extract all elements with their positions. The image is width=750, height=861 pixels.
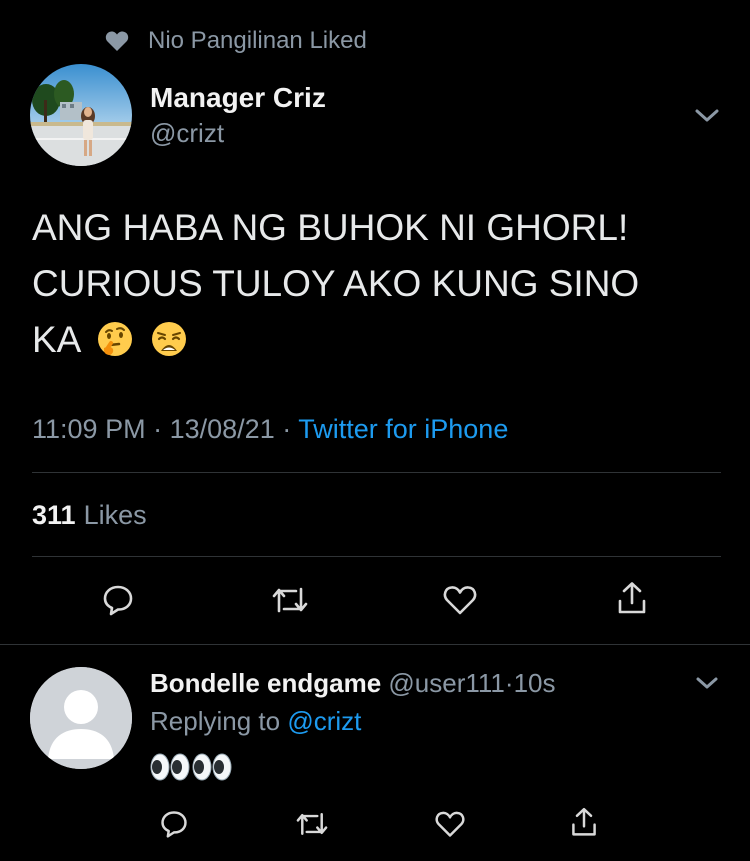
meta-separator: · xyxy=(504,668,514,698)
tweet-source-link[interactable]: Twitter for iPhone xyxy=(298,414,508,444)
replying-prefix: Replying to xyxy=(150,706,281,736)
retweet-icon[interactable] xyxy=(268,578,312,622)
author-handle[interactable]: @crizt xyxy=(150,118,224,149)
meta-separator: · xyxy=(153,414,163,444)
meta-separator: · xyxy=(282,414,292,444)
reply-reply-icon[interactable] xyxy=(152,802,196,846)
likes-row[interactable]: 311 Likes xyxy=(32,500,147,531)
divider xyxy=(32,556,721,557)
divider xyxy=(0,644,750,645)
weary-face-emoji xyxy=(150,318,188,374)
reply-icon[interactable] xyxy=(96,578,140,622)
tweet-date: 13/08/21 xyxy=(169,414,275,444)
tweet-meta: 11:09 PM · 13/08/21 · Twitter for iPhone xyxy=(32,414,508,445)
eyes-emoji xyxy=(150,752,190,787)
social-context[interactable]: Nio Pangilinan Liked xyxy=(104,26,367,56)
reply-header: Bondelle endgame @user111·10s xyxy=(150,668,555,699)
tweet-text-line: CURIOUS TULOY AKO KUNG SINO xyxy=(32,263,640,304)
share-icon[interactable] xyxy=(610,576,654,620)
reply-author-handle[interactable]: @user111 xyxy=(388,668,505,698)
thinking-face-emoji xyxy=(96,318,134,374)
author-name[interactable]: Manager Criz xyxy=(150,82,326,114)
reply-retweet-icon[interactable] xyxy=(290,802,334,846)
tweet-text: ANG HABA NG BUHOK NI GHORL! CURIOUS TULO… xyxy=(32,200,722,374)
eyes-emoji xyxy=(192,752,232,787)
replying-to: Replying to @crizt xyxy=(150,706,361,737)
reply-author-name[interactable]: Bondelle endgame xyxy=(150,668,381,698)
reply-like-icon[interactable] xyxy=(428,802,472,846)
reply-chevron-down-icon[interactable] xyxy=(692,672,722,694)
likes-count: 311 xyxy=(32,500,76,530)
replying-to-mention[interactable]: @crizt xyxy=(287,706,361,736)
reply-time: 10s xyxy=(513,668,556,698)
avatar[interactable] xyxy=(30,64,132,166)
heart-icon xyxy=(104,28,130,54)
tweet-time: 11:09 PM xyxy=(32,414,146,444)
tweet-text-line: KA xyxy=(32,319,80,360)
likes-label: Likes xyxy=(83,500,147,530)
tweet-text-line-last: KA xyxy=(32,312,722,374)
tweet-text-line: ANG HABA NG BUHOK NI GHORL! xyxy=(32,207,629,248)
divider xyxy=(32,472,721,473)
social-context-label: Nio Pangilinan Liked xyxy=(148,27,367,54)
reply-text xyxy=(150,752,232,786)
reply-avatar[interactable] xyxy=(30,667,132,769)
like-icon[interactable] xyxy=(438,578,482,622)
reply-share-icon[interactable] xyxy=(562,800,606,844)
chevron-down-icon[interactable] xyxy=(690,102,724,128)
